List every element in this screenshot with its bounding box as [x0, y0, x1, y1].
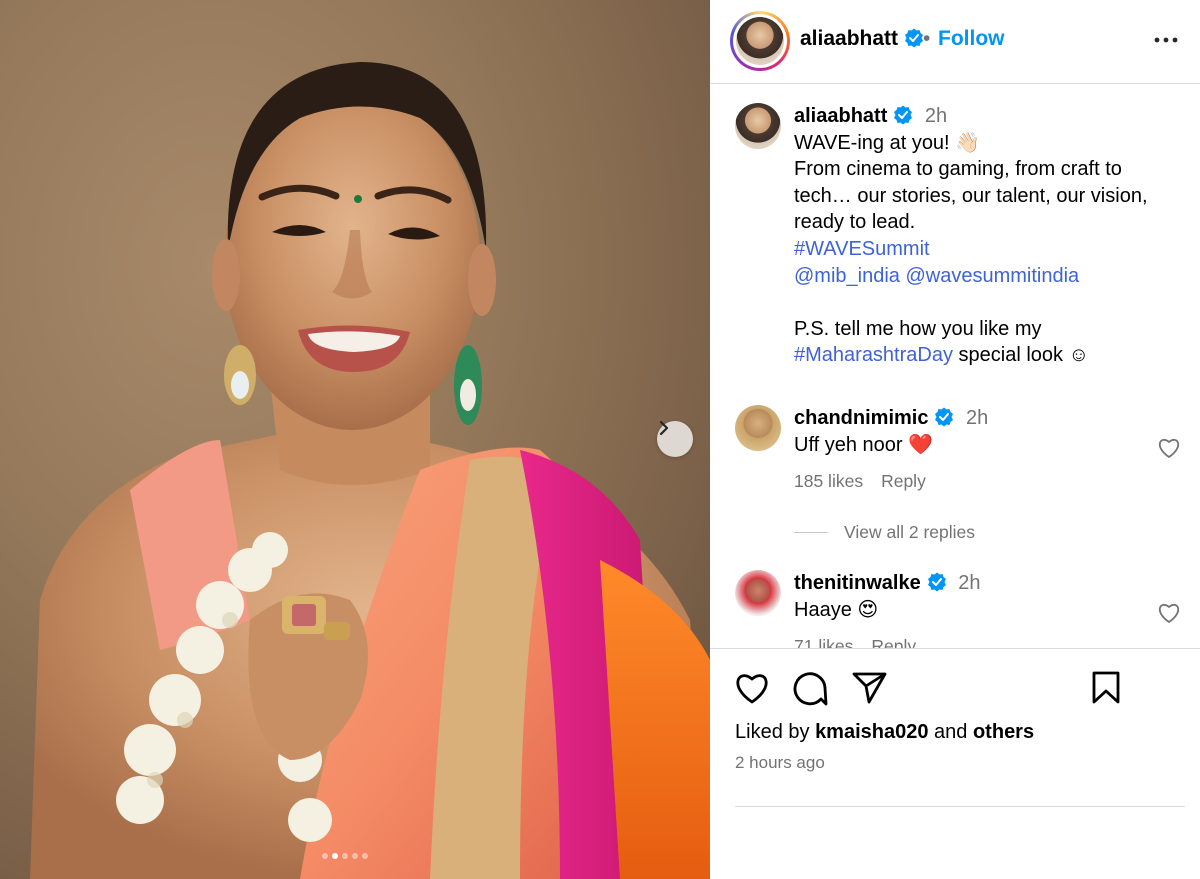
- story-ring-avatar[interactable]: [730, 11, 790, 71]
- verified-badge-icon: [894, 105, 913, 125]
- caption-ps: P.S. tell me how you like my: [794, 317, 1042, 340]
- comments-section[interactable]: aliaabhatt 2h WAVE-ing at you! 👋🏻 From c…: [710, 85, 1200, 649]
- post-actions: Liked by kmaisha020 and others 2 hours a…: [710, 648, 1200, 879]
- like-heart-icon[interactable]: [734, 671, 770, 705]
- caption-username[interactable]: aliaabhatt: [794, 105, 887, 127]
- caption-line-1: WAVE-ing at you! 👋🏻: [794, 131, 981, 154]
- comment-text: Uff yeh noor: [794, 433, 909, 456]
- carousel-dot: [342, 853, 348, 859]
- share-send-icon[interactable]: [852, 671, 888, 705]
- view-replies-label: View all 2 replies: [844, 522, 975, 542]
- comment-text: Haaye: [794, 598, 858, 621]
- like-comment-heart-icon[interactable]: [1157, 437, 1181, 459]
- bookmark-save-icon[interactable]: [1091, 671, 1121, 705]
- comment-time: 2h: [966, 407, 989, 429]
- comment-likes[interactable]: 185 likes: [794, 471, 863, 491]
- hashtag-link[interactable]: #WAVESummit: [794, 238, 930, 260]
- verified-badge-icon: [905, 28, 924, 48]
- comment-username[interactable]: thenitinwalke: [794, 572, 921, 594]
- mention-link[interactable]: @mib_india: [794, 265, 900, 287]
- comment-time: 2h: [958, 572, 981, 594]
- carousel-dot-active: [332, 853, 338, 859]
- author-username[interactable]: aliaabhatt: [800, 27, 924, 51]
- more-horizontal-icon[interactable]: [1154, 28, 1178, 52]
- liked-by-user[interactable]: kmaisha020: [815, 721, 928, 743]
- carousel-dot: [352, 853, 358, 859]
- caption-line-2: From cinema to gaming, from craft to tec…: [794, 158, 1148, 234]
- comment-username[interactable]: chandnimimic: [794, 407, 928, 429]
- caption-ps-end: special look ☺: [952, 344, 1090, 367]
- follow-button[interactable]: Follow: [938, 27, 1005, 51]
- carousel-dot: [322, 853, 328, 859]
- verified-badge-icon: [927, 572, 946, 592]
- chevron-right-icon: [659, 421, 669, 435]
- post-details-panel: aliaabhatt • Follow aliaabhatt 2h WAVE-i…: [710, 0, 1200, 879]
- header-separator: •: [923, 27, 931, 50]
- actions-divider: [735, 806, 1185, 807]
- carousel-indicators: [322, 853, 368, 859]
- carousel-dot: [362, 853, 368, 859]
- comment-emoji: 😍: [857, 598, 879, 621]
- avatar[interactable]: [735, 570, 781, 616]
- post-header: aliaabhatt • Follow: [710, 0, 1200, 84]
- comment-icon[interactable]: [793, 671, 829, 707]
- hashtag-link[interactable]: #MaharashtraDay: [794, 344, 953, 366]
- verified-badge-icon: [935, 407, 954, 427]
- portrait-illustration: [30, 62, 710, 879]
- reply-button[interactable]: Reply: [881, 471, 926, 491]
- like-comment-heart-icon[interactable]: [1157, 602, 1181, 624]
- liked-by: Liked by kmaisha020 and others: [735, 721, 1034, 744]
- post-media-image[interactable]: [0, 0, 710, 879]
- replies-line: [794, 532, 828, 533]
- next-image-button[interactable]: [657, 421, 693, 457]
- avatar[interactable]: [735, 103, 781, 149]
- caption-time: 2h: [924, 105, 948, 127]
- liked-by-and: and: [928, 721, 973, 743]
- comment-emoji: ❤️: [908, 433, 934, 456]
- avatar[interactable]: [735, 405, 781, 451]
- liked-by-prefix: Liked by: [735, 721, 816, 743]
- liked-by-others[interactable]: others: [973, 721, 1034, 743]
- post-timestamp[interactable]: 2 hours ago: [735, 753, 825, 773]
- avatar: [736, 17, 784, 65]
- view-replies-button[interactable]: View all 2 replies: [794, 522, 975, 543]
- mention-link[interactable]: @wavesummitindia: [905, 265, 1079, 287]
